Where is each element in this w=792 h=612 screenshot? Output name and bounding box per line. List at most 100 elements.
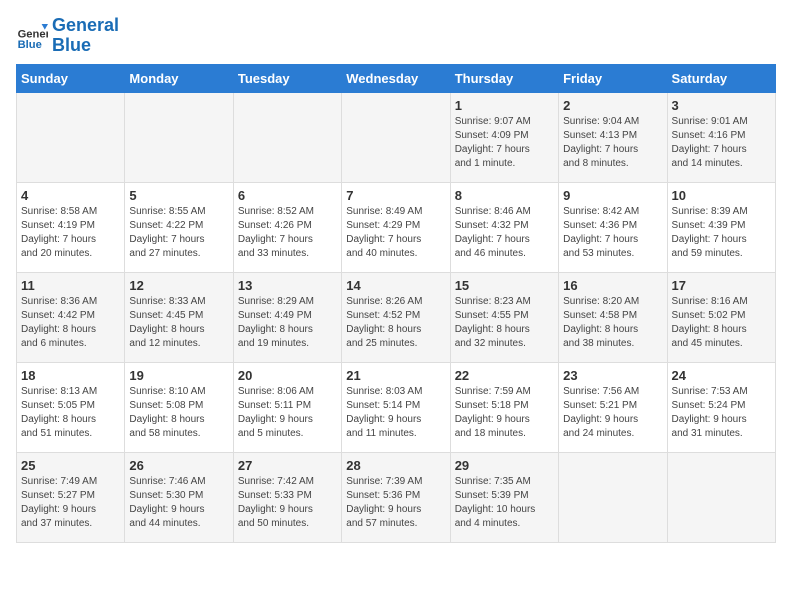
calendar-cell: 17 Sunrise: 8:16 AM Sunset: 5:02 PM Dayli…: [667, 272, 775, 362]
day-number: 19: [129, 368, 228, 383]
day-info: Sunrise: 8:46 AM Sunset: 4:32 PM Dayligh…: [455, 205, 554, 261]
day-info: Sunrise: 7:56 AM Sunset: 5:21 PM Dayligh…: [563, 385, 662, 441]
calendar-cell: 15 Sunrise: 8:23 AM Sunset: 4:55 PM Dayli…: [450, 272, 558, 362]
day-info: Sunrise: 7:46 AM Sunset: 5:30 PM Dayligh…: [129, 475, 228, 531]
calendar-cell: 1Sunrise: 9:07 AM Sunset: 4:09 PM Daylig…: [450, 92, 558, 182]
weekday-header: Tuesday: [233, 64, 341, 92]
calendar-cell: [125, 92, 233, 182]
day-info: Sunrise: 8:33 AM Sunset: 4:45 PM Dayligh…: [129, 295, 228, 351]
day-number: 5: [129, 188, 228, 203]
weekday-header: Thursday: [450, 64, 558, 92]
calendar-cell: 7 Sunrise: 8:49 AM Sunset: 4:29 PM Daylig…: [342, 182, 450, 272]
day-number: 18: [21, 368, 120, 383]
day-info: Sunrise: 8:23 AM Sunset: 4:55 PM Dayligh…: [455, 295, 554, 351]
calendar-cell: 8 Sunrise: 8:46 AM Sunset: 4:32 PM Daylig…: [450, 182, 558, 272]
calendar-cell: 10 Sunrise: 8:39 AM Sunset: 4:39 PM Dayli…: [667, 182, 775, 272]
day-info: Sunrise: 7:49 AM Sunset: 5:27 PM Dayligh…: [21, 475, 120, 531]
calendar-cell: 2 Sunrise: 9:04 AM Sunset: 4:13 PM Daylig…: [559, 92, 667, 182]
day-number: 1: [455, 98, 554, 113]
day-info: Sunrise: 8:20 AM Sunset: 4:58 PM Dayligh…: [563, 295, 662, 351]
day-number: 4: [21, 188, 120, 203]
calendar-week-row: 25 Sunrise: 7:49 AM Sunset: 5:27 PM Dayli…: [17, 452, 776, 542]
calendar-cell: [342, 92, 450, 182]
day-number: 2: [563, 98, 662, 113]
day-info: Sunrise: 8:49 AM Sunset: 4:29 PM Dayligh…: [346, 205, 445, 261]
calendar-cell: 22 Sunrise: 7:59 AM Sunset: 5:18 PM Dayli…: [450, 362, 558, 452]
day-number: 24: [672, 368, 771, 383]
day-info: Sunrise: 8:36 AM Sunset: 4:42 PM Dayligh…: [21, 295, 120, 351]
weekday-header: Monday: [125, 64, 233, 92]
calendar-cell: 11 Sunrise: 8:36 AM Sunset: 4:42 PM Dayli…: [17, 272, 125, 362]
logo-text: GeneralBlue: [52, 16, 119, 56]
calendar-cell: [233, 92, 341, 182]
day-info: Sunrise: 8:55 AM Sunset: 4:22 PM Dayligh…: [129, 205, 228, 261]
day-number: 11: [21, 278, 120, 293]
day-number: 29: [455, 458, 554, 473]
calendar-header-row: SundayMondayTuesdayWednesdayThursdayFrid…: [17, 64, 776, 92]
calendar-cell: [559, 452, 667, 542]
calendar-cell: 6Sunrise: 8:52 AM Sunset: 4:26 PM Daylig…: [233, 182, 341, 272]
day-number: 7: [346, 188, 445, 203]
day-number: 20: [238, 368, 337, 383]
day-info: Sunrise: 8:52 AM Sunset: 4:26 PM Dayligh…: [238, 205, 337, 261]
day-info: Sunrise: 8:26 AM Sunset: 4:52 PM Dayligh…: [346, 295, 445, 351]
logo: General Blue GeneralBlue: [16, 16, 119, 56]
calendar-cell: 28Sunrise: 7:39 AM Sunset: 5:36 PM Dayli…: [342, 452, 450, 542]
calendar-cell: 26 Sunrise: 7:46 AM Sunset: 5:30 PM Dayli…: [125, 452, 233, 542]
day-number: 17: [672, 278, 771, 293]
day-number: 25: [21, 458, 120, 473]
day-info: Sunrise: 8:10 AM Sunset: 5:08 PM Dayligh…: [129, 385, 228, 441]
day-number: 8: [455, 188, 554, 203]
day-number: 3: [672, 98, 771, 113]
calendar-week-row: 11 Sunrise: 8:36 AM Sunset: 4:42 PM Dayli…: [17, 272, 776, 362]
day-number: 12: [129, 278, 228, 293]
svg-text:Blue: Blue: [18, 39, 42, 51]
calendar-cell: 29 Sunrise: 7:35 AM Sunset: 5:39 PM Dayli…: [450, 452, 558, 542]
weekday-header: Saturday: [667, 64, 775, 92]
day-number: 15: [455, 278, 554, 293]
day-number: 28: [346, 458, 445, 473]
day-info: Sunrise: 7:35 AM Sunset: 5:39 PM Dayligh…: [455, 475, 554, 531]
calendar-week-row: 4 Sunrise: 8:58 AM Sunset: 4:19 PM Daylig…: [17, 182, 776, 272]
day-info: Sunrise: 8:58 AM Sunset: 4:19 PM Dayligh…: [21, 205, 120, 261]
day-info: Sunrise: 8:13 AM Sunset: 5:05 PM Dayligh…: [21, 385, 120, 441]
day-number: 10: [672, 188, 771, 203]
day-number: 9: [563, 188, 662, 203]
calendar-cell: 13 Sunrise: 8:29 AM Sunset: 4:49 PM Dayli…: [233, 272, 341, 362]
day-info: Sunrise: 8:39 AM Sunset: 4:39 PM Dayligh…: [672, 205, 771, 261]
calendar-cell: 4 Sunrise: 8:58 AM Sunset: 4:19 PM Daylig…: [17, 182, 125, 272]
day-number: 21: [346, 368, 445, 383]
calendar-cell: 27 Sunrise: 7:42 AM Sunset: 5:33 PM Dayli…: [233, 452, 341, 542]
calendar-cell: 25 Sunrise: 7:49 AM Sunset: 5:27 PM Dayli…: [17, 452, 125, 542]
day-number: 23: [563, 368, 662, 383]
day-number: 13: [238, 278, 337, 293]
day-info: Sunrise: 8:16 AM Sunset: 5:02 PM Dayligh…: [672, 295, 771, 351]
day-info: Sunrise: 9:04 AM Sunset: 4:13 PM Dayligh…: [563, 115, 662, 171]
day-number: 26: [129, 458, 228, 473]
day-info: Sunrise: 7:59 AM Sunset: 5:18 PM Dayligh…: [455, 385, 554, 441]
day-info: Sunrise: 7:53 AM Sunset: 5:24 PM Dayligh…: [672, 385, 771, 441]
day-info: Sunrise: 8:06 AM Sunset: 5:11 PM Dayligh…: [238, 385, 337, 441]
day-info: Sunrise: 8:29 AM Sunset: 4:49 PM Dayligh…: [238, 295, 337, 351]
page-header: General Blue GeneralBlue: [16, 16, 776, 56]
calendar-cell: [17, 92, 125, 182]
calendar-cell: 18 Sunrise: 8:13 AM Sunset: 5:05 PM Dayli…: [17, 362, 125, 452]
calendar-cell: 23 Sunrise: 7:56 AM Sunset: 5:21 PM Dayli…: [559, 362, 667, 452]
day-number: 27: [238, 458, 337, 473]
logo-icon: General Blue: [16, 20, 48, 52]
day-number: 14: [346, 278, 445, 293]
day-number: 22: [455, 368, 554, 383]
calendar-cell: 19 Sunrise: 8:10 AM Sunset: 5:08 PM Dayli…: [125, 362, 233, 452]
calendar-cell: 9 Sunrise: 8:42 AM Sunset: 4:36 PM Daylig…: [559, 182, 667, 272]
day-info: Sunrise: 9:01 AM Sunset: 4:16 PM Dayligh…: [672, 115, 771, 171]
calendar-cell: 20 Sunrise: 8:06 AM Sunset: 5:11 PM Dayli…: [233, 362, 341, 452]
calendar-cell: 3 Sunrise: 9:01 AM Sunset: 4:16 PM Daylig…: [667, 92, 775, 182]
day-number: 16: [563, 278, 662, 293]
calendar-cell: [667, 452, 775, 542]
weekday-header: Sunday: [17, 64, 125, 92]
weekday-header: Wednesday: [342, 64, 450, 92]
calendar-cell: 24 Sunrise: 7:53 AM Sunset: 5:24 PM Dayli…: [667, 362, 775, 452]
day-info: Sunrise: 8:42 AM Sunset: 4:36 PM Dayligh…: [563, 205, 662, 261]
day-info: Sunrise: 7:42 AM Sunset: 5:33 PM Dayligh…: [238, 475, 337, 531]
calendar-cell: 16 Sunrise: 8:20 AM Sunset: 4:58 PM Dayli…: [559, 272, 667, 362]
